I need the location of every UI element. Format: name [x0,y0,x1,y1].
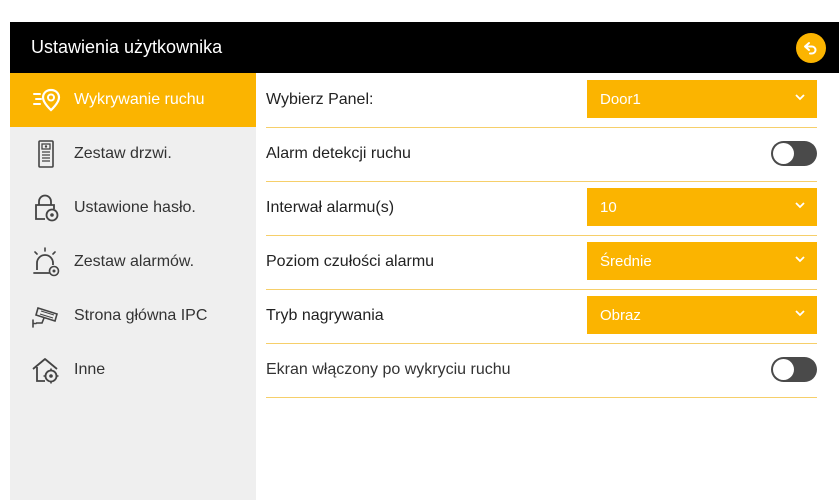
sidebar-item-label: Ustawione hasło. [74,199,196,216]
sidebar-item-door-set[interactable]: Zestaw drzwi. [10,127,256,181]
chevron-down-icon [795,256,805,263]
settings-row-alarm-interval: Interwał alarmu(s) 10 [266,181,817,236]
settings-row-screen-on: Ekran włączony po wykryciu ruchu [266,343,817,398]
motion-alarm-label: Alarm detekcji ruchu [266,145,411,162]
panel-label: Wybierz Panel: [266,91,374,108]
settings-panel: Wybierz Panel: Door1 Alarm detekcji ruch… [266,73,817,500]
sensitivity-value: Średnie [600,253,652,270]
sidebar-item-alarms[interactable]: Zestaw alarmów. [10,235,256,289]
sidebar-item-other[interactable]: Inne [10,343,256,397]
alarm-interval-value: 10 [600,199,617,216]
sidebar: Wykrywanie ruchu Zestaw drzwi. Ustawione… [10,73,256,500]
lock-settings-icon [35,194,59,222]
alarm-interval-label: Interwał alarmu(s) [266,199,395,216]
header-bar: Ustawienia użytkownika [10,22,839,73]
toggle-knob [773,359,794,380]
sidebar-item-label: Inne [74,361,106,378]
settings-row-record-mode: Tryb nagrywania Obraz [266,289,817,344]
sensitivity-label: Poziom czułości alarmu [266,253,435,270]
record-mode-select[interactable]: Obraz [587,296,817,334]
motion-alarm-toggle[interactable] [771,141,817,166]
panel-value: Door1 [600,91,641,108]
sidebar-item-password[interactable]: Ustawione hasło. [10,181,256,235]
settings-row-sensitivity: Poziom czułości alarmu Średnie [266,235,817,290]
toggle-knob [773,143,794,164]
settings-row-motion-alarm: Alarm detekcji ruchu [266,127,817,182]
alarm-settings-icon [33,247,60,277]
chevron-down-icon [795,94,805,101]
chevron-down-icon [795,310,805,317]
page-title: Ustawienia użytkownika [31,37,223,57]
record-mode-label: Tryb nagrywania [266,307,384,324]
motion-detection-icon [33,88,61,112]
sidebar-item-label: Wykrywanie ruchu [74,91,205,108]
ipc-camera-icon [32,306,58,328]
door-panel-icon [38,140,54,168]
sidebar-item-label: Zestaw drzwi. [74,145,172,162]
record-mode-value: Obraz [600,307,641,324]
panel-select[interactable]: Door1 [587,80,817,118]
screen-on-toggle[interactable] [771,357,817,382]
back-button[interactable] [796,33,826,63]
sidebar-item-label: Zestaw alarmów. [74,253,195,270]
settings-window: Ustawienia użytkownika Wykrywanie ruchu [10,22,839,500]
home-settings-icon [32,358,59,384]
alarm-interval-select[interactable]: 10 [587,188,817,226]
sidebar-item-motion-detection[interactable]: Wykrywanie ruchu [10,73,256,127]
sidebar-item-ipc[interactable]: Strona główna IPC [10,289,256,343]
chevron-down-icon [795,202,805,209]
back-arrow-icon [804,42,817,55]
screen-on-label: Ekran włączony po wykryciu ruchu [266,361,511,378]
sidebar-item-label: Strona główna IPC [74,307,208,324]
sensitivity-select[interactable]: Średnie [587,242,817,280]
settings-row-panel: Wybierz Panel: Door1 [266,73,817,128]
